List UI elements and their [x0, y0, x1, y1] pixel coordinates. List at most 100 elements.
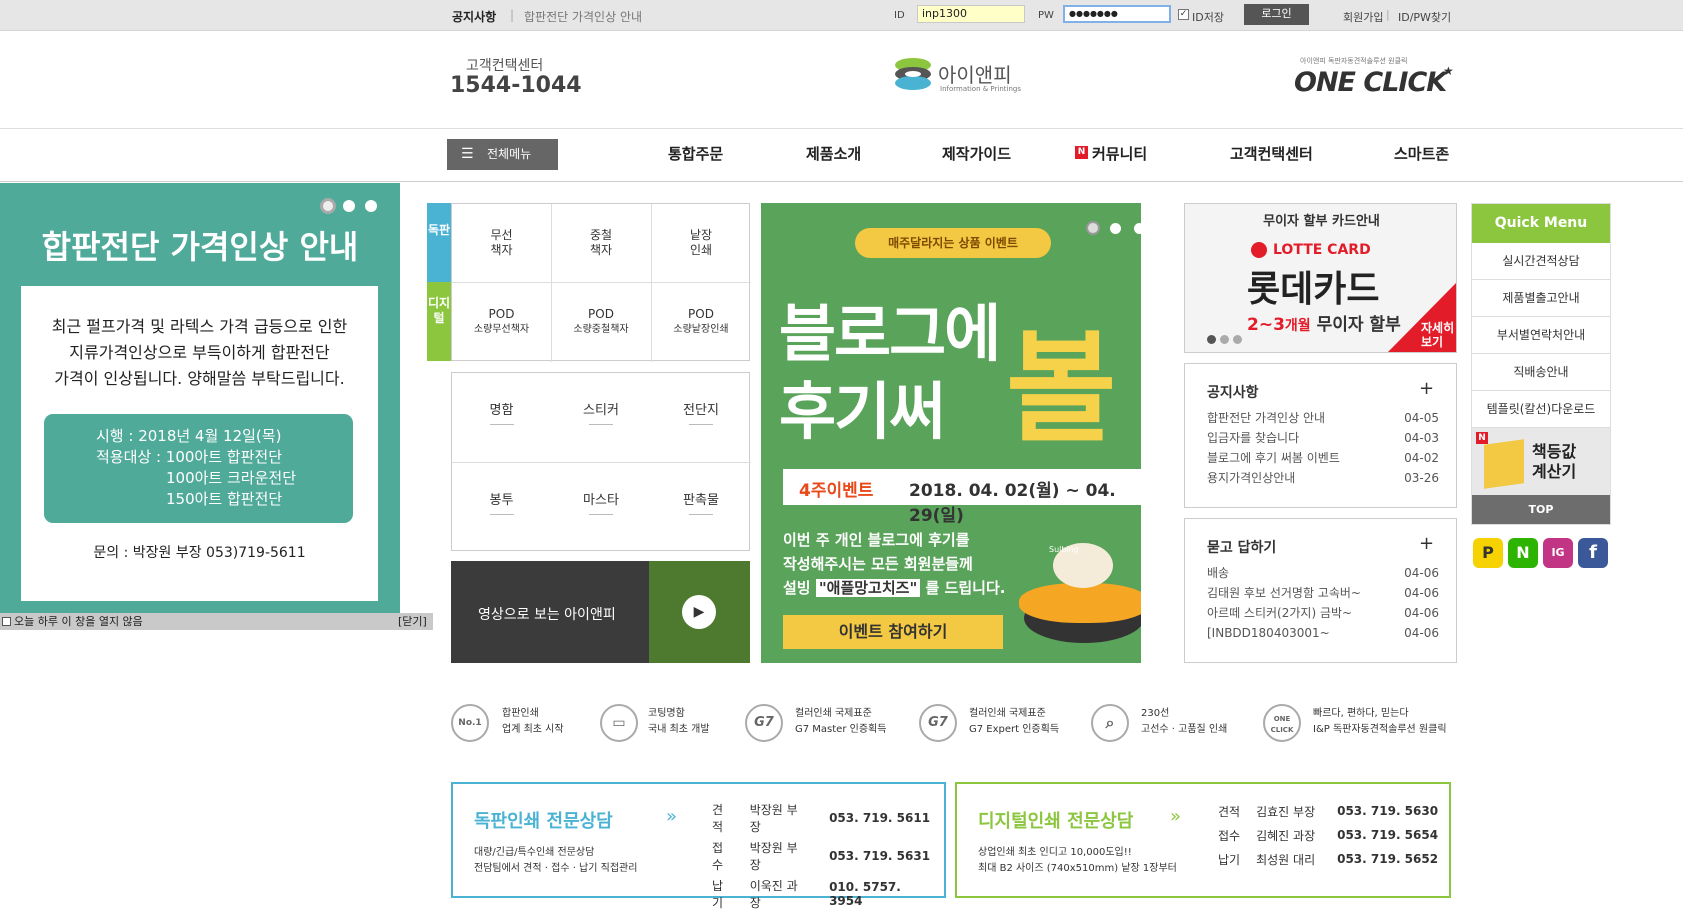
card-dot-2[interactable]	[1220, 335, 1229, 344]
quick-menu-item[interactable]: 제품별출고안내	[1472, 280, 1610, 317]
video-label: 영상으로 보는 아이앤피	[478, 607, 616, 623]
popup-close-button[interactable]: [닫기]	[398, 613, 427, 630]
all-menu-label: 전체메뉴	[487, 147, 532, 161]
notice-box: 공지사항 + 합판전단 가격인상 안내 04-05 입금자를 찾습니다 04-03 …	[1184, 363, 1457, 508]
popup-dot-2[interactable]	[343, 200, 355, 212]
event-period-label: 4주이벤트	[799, 481, 874, 501]
product-flyer[interactable]: 전단지	[651, 403, 751, 418]
event-cta-button[interactable]: 이벤트 참여하기	[783, 615, 1003, 649]
nav-customer-center[interactable]: 고객컨택센터	[1230, 143, 1313, 164]
card-dot-1[interactable]	[1207, 335, 1216, 344]
feature-item: ⌕ 230선 고선수 · 고품질 인쇄	[1091, 704, 1227, 742]
find-id-pw-link[interactable]: ID/PW찾기	[1398, 9, 1451, 25]
notice-item[interactable]: 용지가격인상안내 03-26	[1207, 468, 1439, 488]
popup-dot-3[interactable]	[365, 200, 377, 212]
quick-menu-item[interactable]: 부서별연락처안내	[1472, 317, 1610, 354]
qna-item[interactable]: 배송 04-06	[1207, 563, 1439, 583]
notice-ticker[interactable]: 합판전단 가격인상 안내	[524, 8, 642, 25]
naver-icon[interactable]: N	[1508, 538, 1538, 568]
product-sticker[interactable]: 스티커	[551, 403, 651, 418]
payco-icon[interactable]: P	[1473, 538, 1503, 568]
cs-phone: 1544-1044	[450, 73, 582, 98]
notice-title[interactable]: 공지사항	[1207, 382, 1259, 402]
video-banner[interactable]: 영상으로 보는 아이앤피 ▶	[451, 561, 750, 663]
oneclick-logo[interactable]: ONE CLICK	[1294, 67, 1447, 98]
event-banner[interactable]: 매주달라지는 상품 이벤트 블로그에 후기써 볼 4주이벤트 2018. 04.…	[761, 203, 1141, 663]
nav-smart-zone[interactable]: 스마트존	[1394, 143, 1449, 164]
product-saddle-stitch[interactable]: 중철 책자	[551, 228, 651, 258]
qna-more-icon[interactable]: +	[1419, 533, 1434, 554]
qna-list: 배송 04-06 김태원 후보 선거명함 고속버~ 04-06 아르떼 스티커(2가…	[1207, 563, 1439, 643]
popup-body: 최근 펄프가격 및 라텍스 가격 급등으로 인한 지류가격인상으로 부득이하게 …	[51, 317, 348, 388]
event-period: 2018. 04. 02(월) ~ 04. 29(일)	[909, 481, 1116, 526]
no-show-checkbox[interactable]	[2, 617, 11, 626]
event-dot-2[interactable]	[1110, 223, 1121, 234]
product-envelope[interactable]: 봉투	[452, 493, 551, 508]
no-show-label[interactable]: 오늘 하루 이 창을 열지 않음	[14, 613, 143, 630]
qna-item[interactable]: 아르떼 스티커(2가지) 금박~ 04-06	[1207, 603, 1439, 623]
digital-arrow-icon[interactable]: »	[1170, 806, 1181, 827]
play-icon[interactable]: ▶	[682, 595, 716, 629]
feature-item: No.1 합판인쇄 업계 최초 시작	[451, 704, 564, 742]
id-label: ID	[894, 10, 905, 21]
feature-item: ONE CLICK 빠르다, 편하다, 믿는다 I&P 독판자동견적솔루션 원클릭	[1263, 704, 1447, 742]
qna-title[interactable]: 묻고 답하기	[1207, 537, 1276, 557]
quick-menu: Quick Menu 실시간견적상담 제품별출고안내 부서별연락처안내 직배송안…	[1471, 203, 1611, 525]
top-button[interactable]: TOP	[1472, 495, 1610, 524]
save-id-checkbox[interactable]: ✓	[1178, 9, 1189, 20]
notice-item[interactable]: 입금자를 찾습니다 04-03	[1207, 428, 1439, 448]
logo-text[interactable]: 아이앤피	[938, 59, 1012, 88]
offset-arrow-icon[interactable]: »	[666, 806, 677, 827]
digital-contact-table: 견적 김효진 부장 053. 719. 5630 접수 김혜진 과장 053. 719.…	[1210, 799, 1446, 871]
quick-menu-item[interactable]: 템플릿(칼선)다운로드	[1472, 391, 1610, 428]
g7-icon: G7	[919, 704, 957, 742]
notice-item[interactable]: 합판전단 가격인상 안내 04-05	[1207, 408, 1439, 428]
product-pod-sheet[interactable]: POD 소량낱장인쇄	[651, 307, 751, 337]
nav-community[interactable]: 커뮤니티	[1092, 143, 1147, 164]
digital-side-label: 디지털	[427, 282, 451, 361]
header: 고객컨택센터 1544-1044 아이앤피 Information & Prin…	[0, 31, 1683, 129]
logo-icon[interactable]	[893, 55, 933, 93]
spine-calculator-button[interactable]: N 책등값 계산기	[1472, 428, 1610, 495]
event-headline-1: 블로그에	[779, 297, 1001, 370]
popup-footer-bar: 오늘 하루 이 창을 열지 않음 [닫기]	[0, 613, 433, 630]
hamburger-icon: ☰	[461, 146, 474, 162]
id-input[interactable]: inp1300	[917, 5, 1025, 23]
popup-dot-1[interactable]	[320, 198, 336, 214]
features-row: No.1 합판인쇄 업계 최초 시작 ▭ 코팅명함 국내 최초 개발 G7 컬러인쇄…	[451, 704, 1451, 746]
product-promo[interactable]: 판촉물	[651, 493, 751, 508]
nav-production-guide[interactable]: 제작가이드	[942, 143, 1011, 164]
nav-products[interactable]: 제품소개	[806, 143, 861, 164]
product-sheet-print[interactable]: 낱장 인쇄	[651, 228, 751, 258]
notice-item[interactable]: 블로그에 후기 써봄 이벤트 04-02	[1207, 448, 1439, 468]
all-menu-button[interactable]: ☰ 전체메뉴	[447, 139, 558, 170]
card-banner[interactable]: 무이자 할부 카드안내 LOTTE CARD 롯데카드 2~3개월 무이자 할부…	[1184, 203, 1457, 353]
instagram-icon[interactable]: IG	[1543, 538, 1573, 568]
card-more-link[interactable]: 자세히 보기	[1421, 321, 1455, 349]
popup-content: 최근 펄프가격 및 라텍스 가격 급등으로 인한 지류가격인상으로 부득이하게 …	[21, 286, 378, 601]
product-pod-saddle[interactable]: POD 소량중철책자	[551, 307, 651, 337]
quick-menu-item[interactable]: 실시간견적상담	[1472, 243, 1610, 280]
product-business-card[interactable]: 명함	[452, 403, 551, 418]
qna-item[interactable]: 김태원 후보 선거명함 고속버~ 04-06	[1207, 583, 1439, 603]
login-button[interactable]: 로그인	[1244, 4, 1309, 25]
join-link[interactable]: 회원가입	[1343, 9, 1383, 25]
g7-icon: G7	[745, 704, 783, 742]
card-dot-3[interactable]	[1233, 335, 1242, 344]
calc-label: 책등값 계산기	[1532, 442, 1577, 481]
product-perfect-bind[interactable]: 무선 책자	[452, 228, 551, 258]
password-input[interactable]: ●●●●●●●	[1063, 5, 1171, 23]
product-pod-perfect[interactable]: POD 소량무선책자	[452, 307, 551, 337]
product-master[interactable]: 마스타	[551, 493, 651, 508]
digital-consult-title: 디지털인쇄 전문상담	[978, 811, 1134, 832]
qna-item[interactable]: [INBDD180403001~ 04-06	[1207, 623, 1439, 643]
no1-icon: No.1	[451, 704, 489, 742]
quick-menu-item[interactable]: 직배송안내	[1472, 354, 1610, 391]
event-dot-3[interactable]	[1134, 223, 1141, 234]
table-row: 납기 이욱진 과장 010. 5757. 3954	[712, 879, 901, 910]
facebook-icon[interactable]: f	[1578, 538, 1608, 568]
event-dot-1[interactable]	[1086, 221, 1100, 235]
lotte-icon	[1251, 242, 1267, 258]
nav-integrated-order[interactable]: 통합주문	[668, 143, 723, 164]
notice-more-icon[interactable]: +	[1419, 378, 1434, 399]
